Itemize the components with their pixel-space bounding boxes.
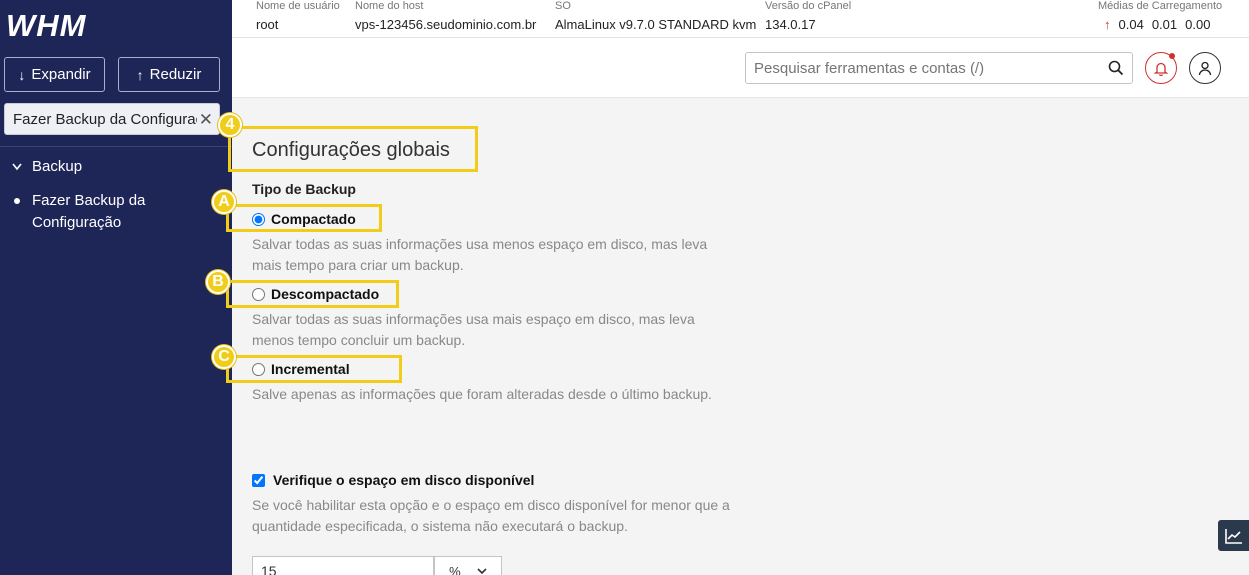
disk-space-unit-select[interactable]: % [434,556,502,575]
highlight-box-incremental [226,355,402,383]
tool-search [745,52,1133,84]
user-menu-button[interactable] [1189,52,1221,84]
cpanel-version-value: 134.0.17 [765,17,816,32]
info-cpanel-version: Versão do cPanel 134.0.17 [765,0,851,32]
arrow-down-icon: ↓ [18,66,26,83]
disk-space-description: Se você habilitar esta opção e o espaço … [252,497,730,534]
tool-search-input[interactable] [746,53,1132,83]
server-info-bar: Nome de usuário root Nome do host vps-12… [232,0,1249,38]
chart-line-icon [1224,528,1242,544]
search-icon[interactable] [1108,60,1124,76]
user-icon [1198,61,1212,75]
load-5: 0.01 [1151,17,1178,32]
sidebar-item-label: Fazer Backup da Configuração [32,192,146,231]
marker-a: A [212,190,236,214]
bell-icon [1154,62,1168,76]
info-os: SO AlmaLinux v9.7.0 STANDARD kvm [555,0,756,32]
highlight-box-compressed [226,204,382,232]
hostname-label: Nome do host [355,0,424,12]
disk-space-unit: % [449,563,461,575]
disk-space-value-input[interactable] [252,556,434,575]
os-value: AlmaLinux v9.7.0 STANDARD kvm [555,17,757,32]
svg-text:WHM: WHM [6,10,87,40]
username-label: Nome de usuário [256,0,340,12]
disk-space-checkbox[interactable] [252,473,265,487]
uncompressed-description: Salvar todas as suas informações usa mai… [252,311,695,348]
username-value: root [256,17,279,32]
marker-4: 4 [218,113,242,137]
sidebar-item-backup-config[interactable]: Fazer Backup da Configuração [14,190,214,234]
marker-c: C [212,345,236,369]
top-header [232,38,1249,98]
expand-button-label: Expandir [31,66,91,83]
notification-badge [1169,53,1175,59]
highlight-box-section-title [228,126,478,172]
disk-space-check[interactable]: Verifique o espaço em disco disponível [252,472,534,488]
cpanel-version-label: Versão do cPanel [765,0,852,12]
sidebar-group-backup[interactable]: Backup [12,158,82,175]
chevron-down-icon [477,567,487,574]
notifications-button[interactable] [1145,52,1177,84]
stats-button[interactable] [1218,520,1249,551]
info-username: Nome de usuário root [256,0,340,32]
reduce-button-label: Reduzir [149,66,202,83]
os-label: SO [555,0,571,12]
disk-space-check-label: Verifique o espaço em disco disponível [273,472,535,488]
load-averages-label: Médias de Carregamento [1098,0,1223,12]
sidebar: WHM ↓ Expandir ↑ Reduzir ✕ Backup Fazer … [0,0,232,575]
clear-search-icon[interactable]: ✕ [199,110,213,130]
compressed-description: Salvar todas as suas informações usa men… [252,236,708,273]
info-hostname: Nome do host vps-123456.seudominio.com.b… [355,0,536,32]
chevron-down-icon [12,163,22,170]
expand-button[interactable]: ↓ Expandir [4,57,105,92]
load-15: 0.00 [1185,17,1211,32]
sidebar-group-label: Backup [32,158,83,175]
bullet-icon [14,198,20,204]
whm-logo[interactable]: WHM [6,10,102,42]
highlight-box-uncompressed [226,280,399,308]
hostname-value: vps-123456.seudominio.com.br [355,17,537,32]
sidebar-search-input[interactable] [5,104,219,134]
sidebar-divider [0,146,232,147]
load-1: 0.04 [1118,17,1144,32]
reduce-button[interactable]: ↑ Reduzir [118,57,220,92]
sidebar-search: ✕ [4,103,220,135]
arrow-up-icon: ↑ [1104,17,1111,32]
info-load-averages: Médias de Carregamento ↑ 0.04 0.01 0.00 [1098,0,1222,32]
marker-b: B [206,270,230,294]
arrow-up-icon: ↑ [136,66,144,83]
incremental-description: Salve apenas as informações que foram al… [252,386,712,402]
backup-type-label: Tipo de Backup [252,181,356,197]
